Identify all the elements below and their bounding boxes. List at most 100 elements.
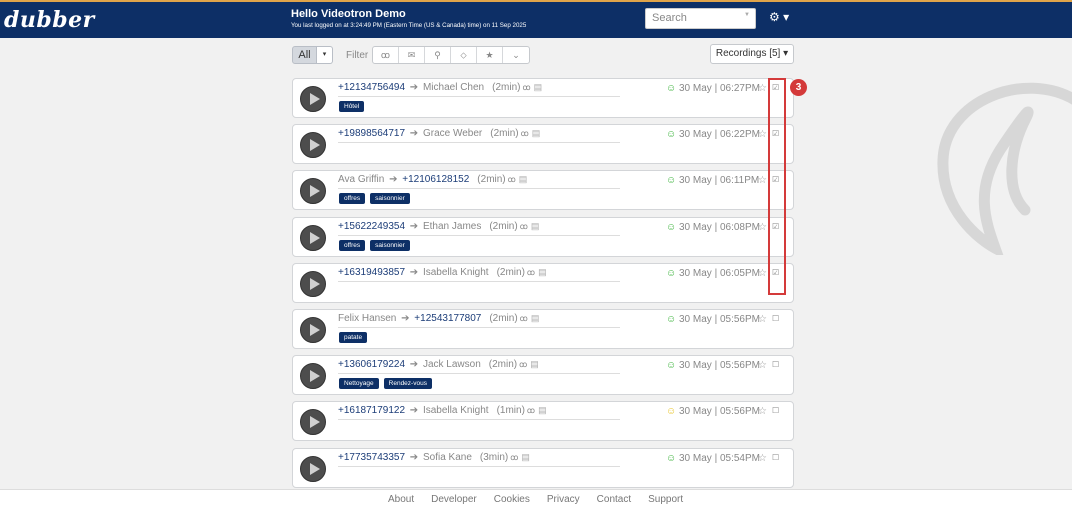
caller[interactable]: +16319493857 — [338, 267, 405, 278]
callee[interactable]: Grace Weber — [423, 128, 482, 139]
play-button[interactable] — [300, 317, 326, 343]
recordings-dropdown-button[interactable]: Recordings [5] ▾ — [710, 44, 794, 64]
play-button[interactable] — [300, 86, 326, 112]
recording-row[interactable]: +15622249354 ➔ Ethan James (2min) ꝏ ▤ offre… — [292, 217, 794, 257]
all-filter-dropdown-button[interactable]: ▾ — [317, 46, 333, 64]
caller[interactable]: +16187179122 — [338, 405, 405, 416]
callee[interactable]: +12106128152 — [402, 174, 469, 185]
callee[interactable]: +12543177807 — [414, 313, 481, 324]
caller[interactable]: +19898564717 — [338, 128, 405, 139]
star-icon[interactable]: ☆ — [758, 222, 767, 233]
all-filter-button[interactable]: All — [292, 46, 317, 64]
call-participants: +13606179224 ➔ Jack Lawson (2min) ꝏ ▤ — [338, 359, 539, 370]
callee[interactable]: Ethan James — [423, 221, 481, 232]
play-button[interactable] — [300, 409, 326, 435]
call-duration: (2min) — [488, 359, 518, 370]
tag-list: Hôtel — [339, 101, 365, 112]
arrow-right-icon: ➔ — [407, 405, 421, 416]
star-icon[interactable]: ☆ — [758, 129, 767, 140]
recording-row[interactable]: +19898564717 ➔ Grace Weber (2min) ꝏ ▤ ☺ 30 … — [292, 124, 794, 164]
checkbox-icon[interactable]: ☐ — [772, 406, 779, 415]
dubber-logo[interactable]: dubber — [4, 7, 95, 33]
tag-badge[interactable]: saisonnier — [370, 193, 410, 204]
footer-link-contact[interactable]: Contact — [597, 494, 631, 505]
footer-link-support[interactable]: Support — [648, 494, 683, 505]
footer: About Developer Cookies Privacy Contact Suppo… — [0, 489, 1072, 508]
transcript-icon[interactable]: ▤ — [532, 128, 541, 138]
recording-row[interactable]: +13606179224 ➔ Jack Lawson (2min) ꝏ ▤ Netto… — [292, 355, 794, 395]
play-button[interactable] — [300, 132, 326, 158]
footer-links: About Developer Cookies Privacy Contact Suppo… — [388, 494, 683, 505]
caller[interactable]: Felix Hansen — [338, 313, 396, 324]
tag-badge[interactable]: Hôtel — [339, 101, 365, 112]
callee[interactable]: Sofia Kane — [423, 452, 472, 463]
transcript-icon[interactable]: ▤ — [538, 405, 547, 415]
star-icon[interactable]: ☆ — [758, 406, 767, 417]
tag-badge[interactable]: saisonnier — [370, 240, 410, 251]
tag-list: offres saisonnier — [339, 240, 410, 251]
caller[interactable]: +15622249354 — [338, 221, 405, 232]
chevron-down-icon[interactable]: ⌄ — [503, 47, 529, 63]
play-button[interactable] — [300, 178, 326, 204]
callee[interactable]: Jack Lawson — [423, 359, 481, 370]
star-icon[interactable]: ☆ — [758, 453, 767, 464]
caller[interactable]: +13606179224 — [338, 359, 405, 370]
tag-badge[interactable]: patate — [339, 332, 368, 343]
caller[interactable]: +12134756494 — [338, 82, 405, 93]
search-input[interactable]: Search ▼ — [645, 8, 756, 29]
row-divider — [338, 466, 620, 467]
tag-icon[interactable]: ⬦ — [451, 47, 477, 63]
tag-badge[interactable]: offres — [339, 240, 366, 251]
call-date: 30 May | 05:56PM — [679, 360, 760, 371]
star-icon[interactable]: ☆ — [758, 314, 767, 325]
callee[interactable]: Michael Chen — [423, 82, 484, 93]
map-pin-icon[interactable]: ⚲ — [425, 47, 451, 63]
star-icon[interactable]: ☆ — [758, 83, 767, 94]
star-icon[interactable]: ☆ — [758, 175, 767, 186]
gear-icon[interactable]: ⚙ ▾ — [769, 10, 789, 24]
star-icon[interactable]: ☆ — [758, 268, 767, 279]
play-button[interactable] — [300, 225, 326, 251]
tag-badge[interactable]: Nettoyage — [339, 378, 379, 389]
checkbox-icon[interactable]: ☐ — [772, 453, 779, 462]
recording-row[interactable]: +16187179122 ➔ Isabella Knight (1min) ꝏ ▤ ☺… — [292, 401, 794, 441]
callee[interactable]: Isabella Knight — [423, 267, 489, 278]
caller[interactable]: Ava Griffin — [338, 174, 384, 185]
star-icon[interactable]: ★ — [477, 47, 503, 63]
call-date: 30 May | 06:22PM — [679, 129, 760, 140]
play-button[interactable] — [300, 456, 326, 482]
tag-badge[interactable]: Rendez-vous — [383, 378, 432, 389]
recording-row[interactable]: +17735743357 ➔ Sofia Kane (3min) ꝏ ▤ ☺ 30 M… — [292, 448, 794, 488]
recording-row[interactable]: +12134756494 ➔ Michael Chen (2min) ꝏ ▤ Hôte… — [292, 78, 794, 118]
tag-badge[interactable]: offres — [339, 193, 366, 204]
footer-link-developer[interactable]: Developer — [431, 494, 477, 505]
footer-link-cookies[interactable]: Cookies — [494, 494, 530, 505]
voicemail-icon[interactable]: ꝏ — [373, 47, 399, 63]
search-dropdown-icon[interactable]: ▼ — [744, 12, 750, 18]
filter-button-group: ꝏ ✉ ⚲ ⬦ ★ ⌄ — [372, 46, 530, 64]
recording-row[interactable]: +16319493857 ➔ Isabella Knight (2min) ꝏ ▤ ☺… — [292, 263, 794, 303]
checkbox-icon[interactable]: ☐ — [772, 360, 779, 369]
recording-row[interactable]: Felix Hansen ➔ +12543177807 (2min) ꝏ ▤ pata… — [292, 309, 794, 349]
transcript-icon[interactable]: ▤ — [519, 174, 528, 184]
transcript-icon[interactable]: ▤ — [534, 82, 543, 92]
filter-label: Filter — [346, 50, 369, 61]
checkbox-icon[interactable]: ☐ — [772, 314, 779, 323]
call-duration: (2min) — [496, 267, 525, 278]
last-login-text: You last logged on at 3:24:49 PM (Easter… — [291, 22, 527, 29]
transcript-icon[interactable]: ▤ — [521, 452, 530, 462]
caller[interactable]: +17735743357 — [338, 452, 405, 463]
play-button[interactable] — [300, 271, 326, 297]
star-icon[interactable]: ☆ — [758, 360, 767, 371]
callee[interactable]: Isabella Knight — [423, 405, 489, 416]
footer-link-privacy[interactable]: Privacy — [547, 494, 580, 505]
transcript-icon[interactable]: ▤ — [531, 313, 540, 323]
recording-row[interactable]: Ava Griffin ➔ +12106128152 (2min) ꝏ ▤ offre… — [292, 170, 794, 210]
transcript-icon[interactable]: ▤ — [531, 221, 540, 231]
mail-icon[interactable]: ✉ — [399, 47, 425, 63]
transcript-icon[interactable]: ▤ — [538, 267, 547, 277]
transcript-icon[interactable]: ▤ — [530, 359, 539, 369]
footer-link-about[interactable]: About — [388, 494, 414, 505]
play-button[interactable] — [300, 363, 326, 389]
sentiment-smiley-icon: ☺ — [666, 222, 677, 233]
